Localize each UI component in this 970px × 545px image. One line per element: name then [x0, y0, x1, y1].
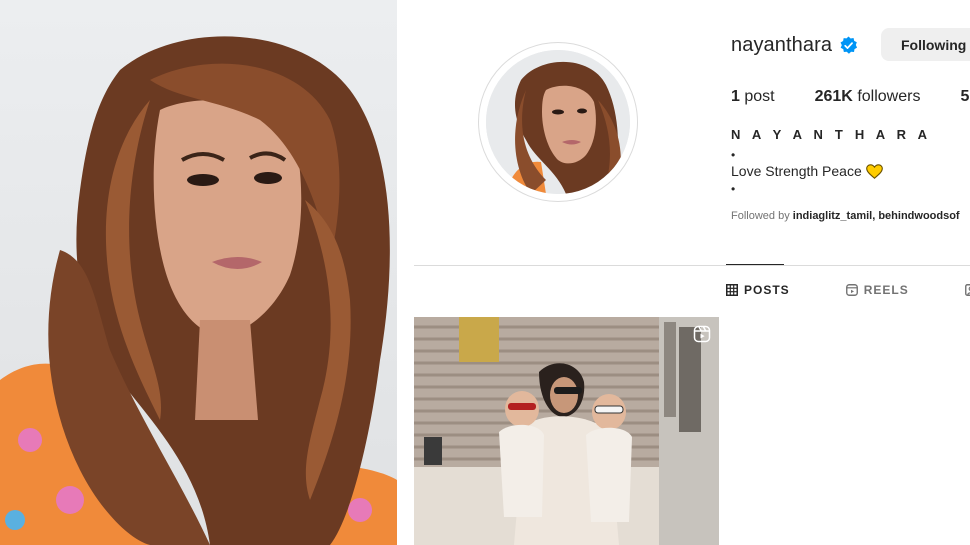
- followers-label: followers: [857, 88, 921, 105]
- posts-label: post: [744, 88, 775, 105]
- tab-reels[interactable]: REELS: [845, 283, 909, 297]
- hero-photo: [0, 0, 397, 545]
- profile-tabs: POSTS REELS: [726, 283, 970, 297]
- avatar-image: [486, 50, 630, 194]
- tabs-divider: [414, 265, 970, 266]
- tab-tagged[interactable]: [964, 283, 970, 297]
- post-thumbnail[interactable]: [414, 317, 719, 545]
- profile-bio: • Love Strength Peace •: [731, 146, 883, 196]
- posts-stat: 1 post: [731, 88, 775, 106]
- profile-stats: 1 post 261K followers 5 f: [731, 88, 970, 106]
- following-button[interactable]: Following ⌄: [881, 28, 970, 61]
- grid-icon: [726, 284, 738, 296]
- yellow-heart-icon: [865, 164, 883, 179]
- profile-username: nayanthara: [731, 33, 833, 56]
- username-row: nayanthara: [731, 29, 858, 61]
- followers-stat[interactable]: 261K followers: [815, 88, 921, 106]
- profile-full-name: N A Y A N T H A R A: [731, 127, 932, 142]
- tagged-icon: [964, 284, 970, 296]
- avatar-portrait: [486, 50, 630, 194]
- following-count: 5: [960, 88, 970, 105]
- bio-bullet-top: •: [731, 148, 736, 162]
- following-button-label: Following: [901, 36, 967, 53]
- active-tab-indicator: [726, 264, 784, 265]
- post-image: [414, 317, 719, 545]
- tab-reels-label: REELS: [863, 283, 909, 297]
- profile-panel: nayanthara Following ⌄ 1 post 261K follo…: [397, 0, 970, 545]
- following-stat[interactable]: 5 f: [960, 88, 970, 106]
- followed-by-prefix: Followed by: [731, 210, 790, 222]
- tab-posts-label: POSTS: [744, 283, 790, 297]
- reels-icon: [845, 284, 858, 296]
- followed-by-names: indiaglitz_tamil, behindwoodsof: [792, 210, 960, 222]
- followed-by-text[interactable]: Followed by indiaglitz_tamil, behindwood…: [731, 210, 960, 222]
- bio-text: Love Strength Peace: [731, 163, 862, 179]
- posts-count: 1: [731, 88, 740, 105]
- reel-badge-icon: [693, 325, 711, 343]
- bio-bullet-bottom: •: [731, 182, 736, 196]
- tab-posts[interactable]: POSTS: [726, 283, 790, 297]
- profile-avatar[interactable]: [478, 42, 638, 202]
- verified-badge-icon: [840, 35, 858, 54]
- hero-portrait: [0, 36, 397, 545]
- followers-count: 261K: [814, 88, 853, 105]
